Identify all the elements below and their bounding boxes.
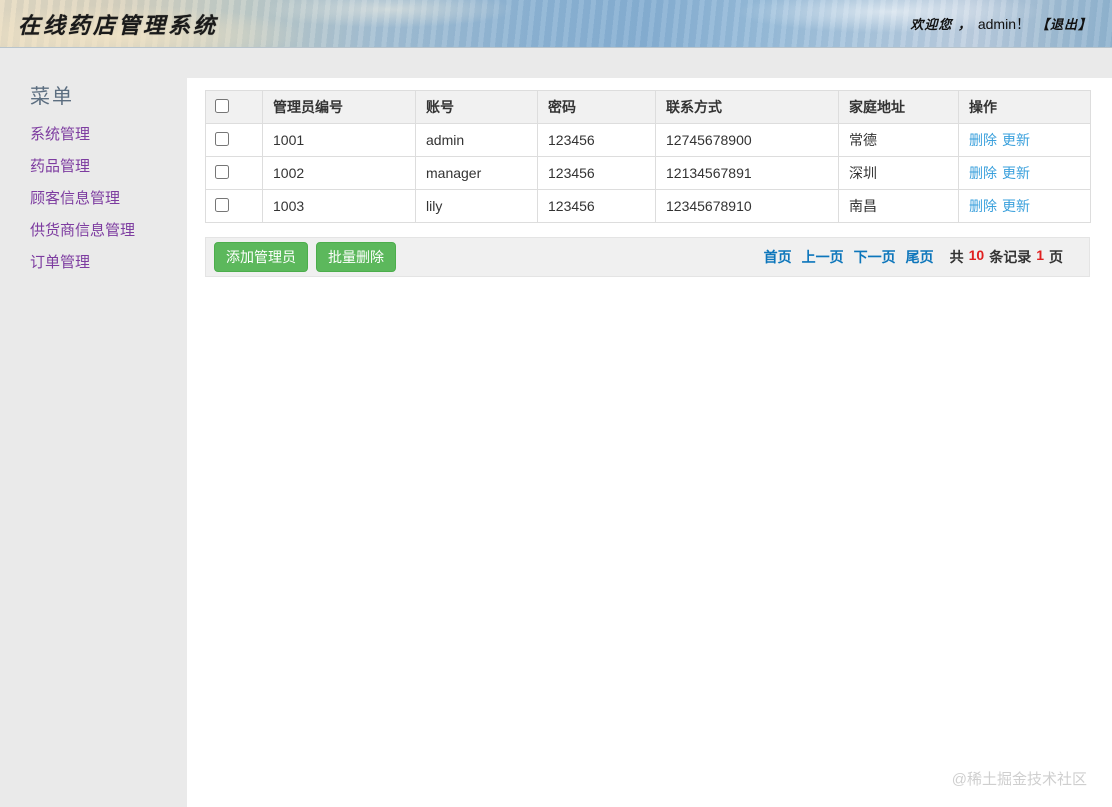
- pagination-last-link[interactable]: 尾页: [906, 247, 934, 267]
- cell-password: 123456: [537, 123, 656, 157]
- admin-table: 管理员编号 账号 密码 联系方式 家庭地址 操作 1001 admin 1234…: [205, 90, 1091, 223]
- cell-admin-id: 1003: [262, 189, 416, 223]
- table-row: 1003 lily 123456 12345678910 南昌 删除 更新: [205, 189, 1091, 223]
- cell-admin-id: 1002: [262, 156, 416, 190]
- cell-password: 123456: [537, 156, 656, 190]
- delete-link[interactable]: 删除: [969, 198, 997, 214]
- menu-list: 系统管理 药品管理 顾客信息管理 供货商信息管理 订单管理: [30, 123, 187, 272]
- add-admin-button[interactable]: 添加管理员: [214, 242, 308, 272]
- delete-link[interactable]: 删除: [969, 132, 997, 148]
- update-link[interactable]: 更新: [1002, 132, 1030, 148]
- header-user-area: 欢迎您 ， admin！ 【退出】: [910, 14, 1092, 34]
- header-banner: 在线药店管理系统 欢迎您 ， admin！ 【退出】: [0, 0, 1112, 48]
- pagination-prev-link[interactable]: 上一页: [802, 247, 844, 267]
- column-header-admin-id: 管理员编号: [262, 90, 416, 124]
- column-header-address: 家庭地址: [838, 90, 959, 124]
- delete-link[interactable]: 删除: [969, 165, 997, 181]
- pagination-stats: 共 10 条记录 1 页: [950, 247, 1063, 267]
- sidebar-item-order-management[interactable]: 订单管理: [30, 254, 90, 271]
- row-checkbox[interactable]: [215, 131, 229, 146]
- cell-account: manager: [415, 156, 538, 190]
- update-link[interactable]: 更新: [1002, 165, 1030, 181]
- page-count: 1: [1036, 247, 1044, 263]
- table-row: 1002 manager 123456 12134567891 深圳 删除 更新: [205, 156, 1091, 190]
- sidebar: 菜单 系统管理 药品管理 顾客信息管理 供货商信息管理 订单管理: [0, 48, 187, 807]
- sidebar-item-customer-info-management[interactable]: 顾客信息管理: [30, 190, 120, 207]
- total-suffix: 条记录: [989, 249, 1032, 265]
- column-header-password: 密码: [537, 90, 656, 124]
- select-all-checkbox[interactable]: [215, 98, 229, 113]
- cell-contact: 12134567891: [655, 156, 839, 190]
- batch-delete-button[interactable]: 批量删除: [316, 242, 396, 272]
- table-header-row: 管理员编号 账号 密码 联系方式 家庭地址 操作: [205, 90, 1091, 124]
- sidebar-item-supplier-info-management[interactable]: 供货商信息管理: [30, 222, 135, 239]
- welcome-text: 欢迎您 ，: [910, 18, 972, 33]
- total-count: 10: [968, 247, 985, 263]
- sidebar-item-drug-management[interactable]: 药品管理: [30, 158, 90, 175]
- sidebar-item-system-management[interactable]: 系统管理: [30, 126, 90, 143]
- cell-account: admin: [415, 123, 538, 157]
- page-suffix: 页: [1049, 249, 1063, 265]
- table-row: 1001 admin 123456 12745678900 常德 删除 更新: [205, 123, 1091, 157]
- app-title: 在线药店管理系统: [18, 12, 219, 39]
- main-content: 管理员编号 账号 密码 联系方式 家庭地址 操作 1001 admin 1234…: [187, 78, 1112, 807]
- cell-contact: 12345678910: [655, 189, 839, 223]
- menu-heading: 菜单: [30, 84, 74, 108]
- footer-bar: 添加管理员 批量删除 首页 上一页 下一页 尾页 共 10 条记录 1 页: [205, 237, 1090, 277]
- row-checkbox[interactable]: [215, 164, 229, 179]
- cell-address: 常德: [838, 123, 959, 157]
- watermark-text: @稀土掘金技术社区: [951, 771, 1087, 788]
- column-header-actions: 操作: [958, 90, 1091, 124]
- column-header-account: 账号: [415, 90, 538, 124]
- cell-password: 123456: [537, 189, 656, 223]
- update-link[interactable]: 更新: [1002, 198, 1030, 214]
- pagination: 首页 上一页 下一页 尾页 共 10 条记录 1 页: [764, 247, 1063, 267]
- username-text: admin！: [977, 15, 1030, 32]
- pagination-next-link[interactable]: 下一页: [854, 247, 896, 267]
- logout-link[interactable]: 【退出】: [1036, 14, 1092, 33]
- cell-admin-id: 1001: [262, 123, 416, 157]
- column-header-contact: 联系方式: [655, 90, 839, 124]
- cell-address: 南昌: [838, 189, 959, 223]
- cell-contact: 12745678900: [655, 123, 839, 157]
- total-prefix: 共: [949, 249, 964, 265]
- cell-address: 深圳: [838, 156, 959, 190]
- row-checkbox[interactable]: [215, 197, 229, 212]
- pagination-first-link[interactable]: 首页: [764, 247, 792, 267]
- cell-account: lily: [415, 189, 538, 223]
- button-group: 添加管理员 批量删除: [214, 242, 396, 272]
